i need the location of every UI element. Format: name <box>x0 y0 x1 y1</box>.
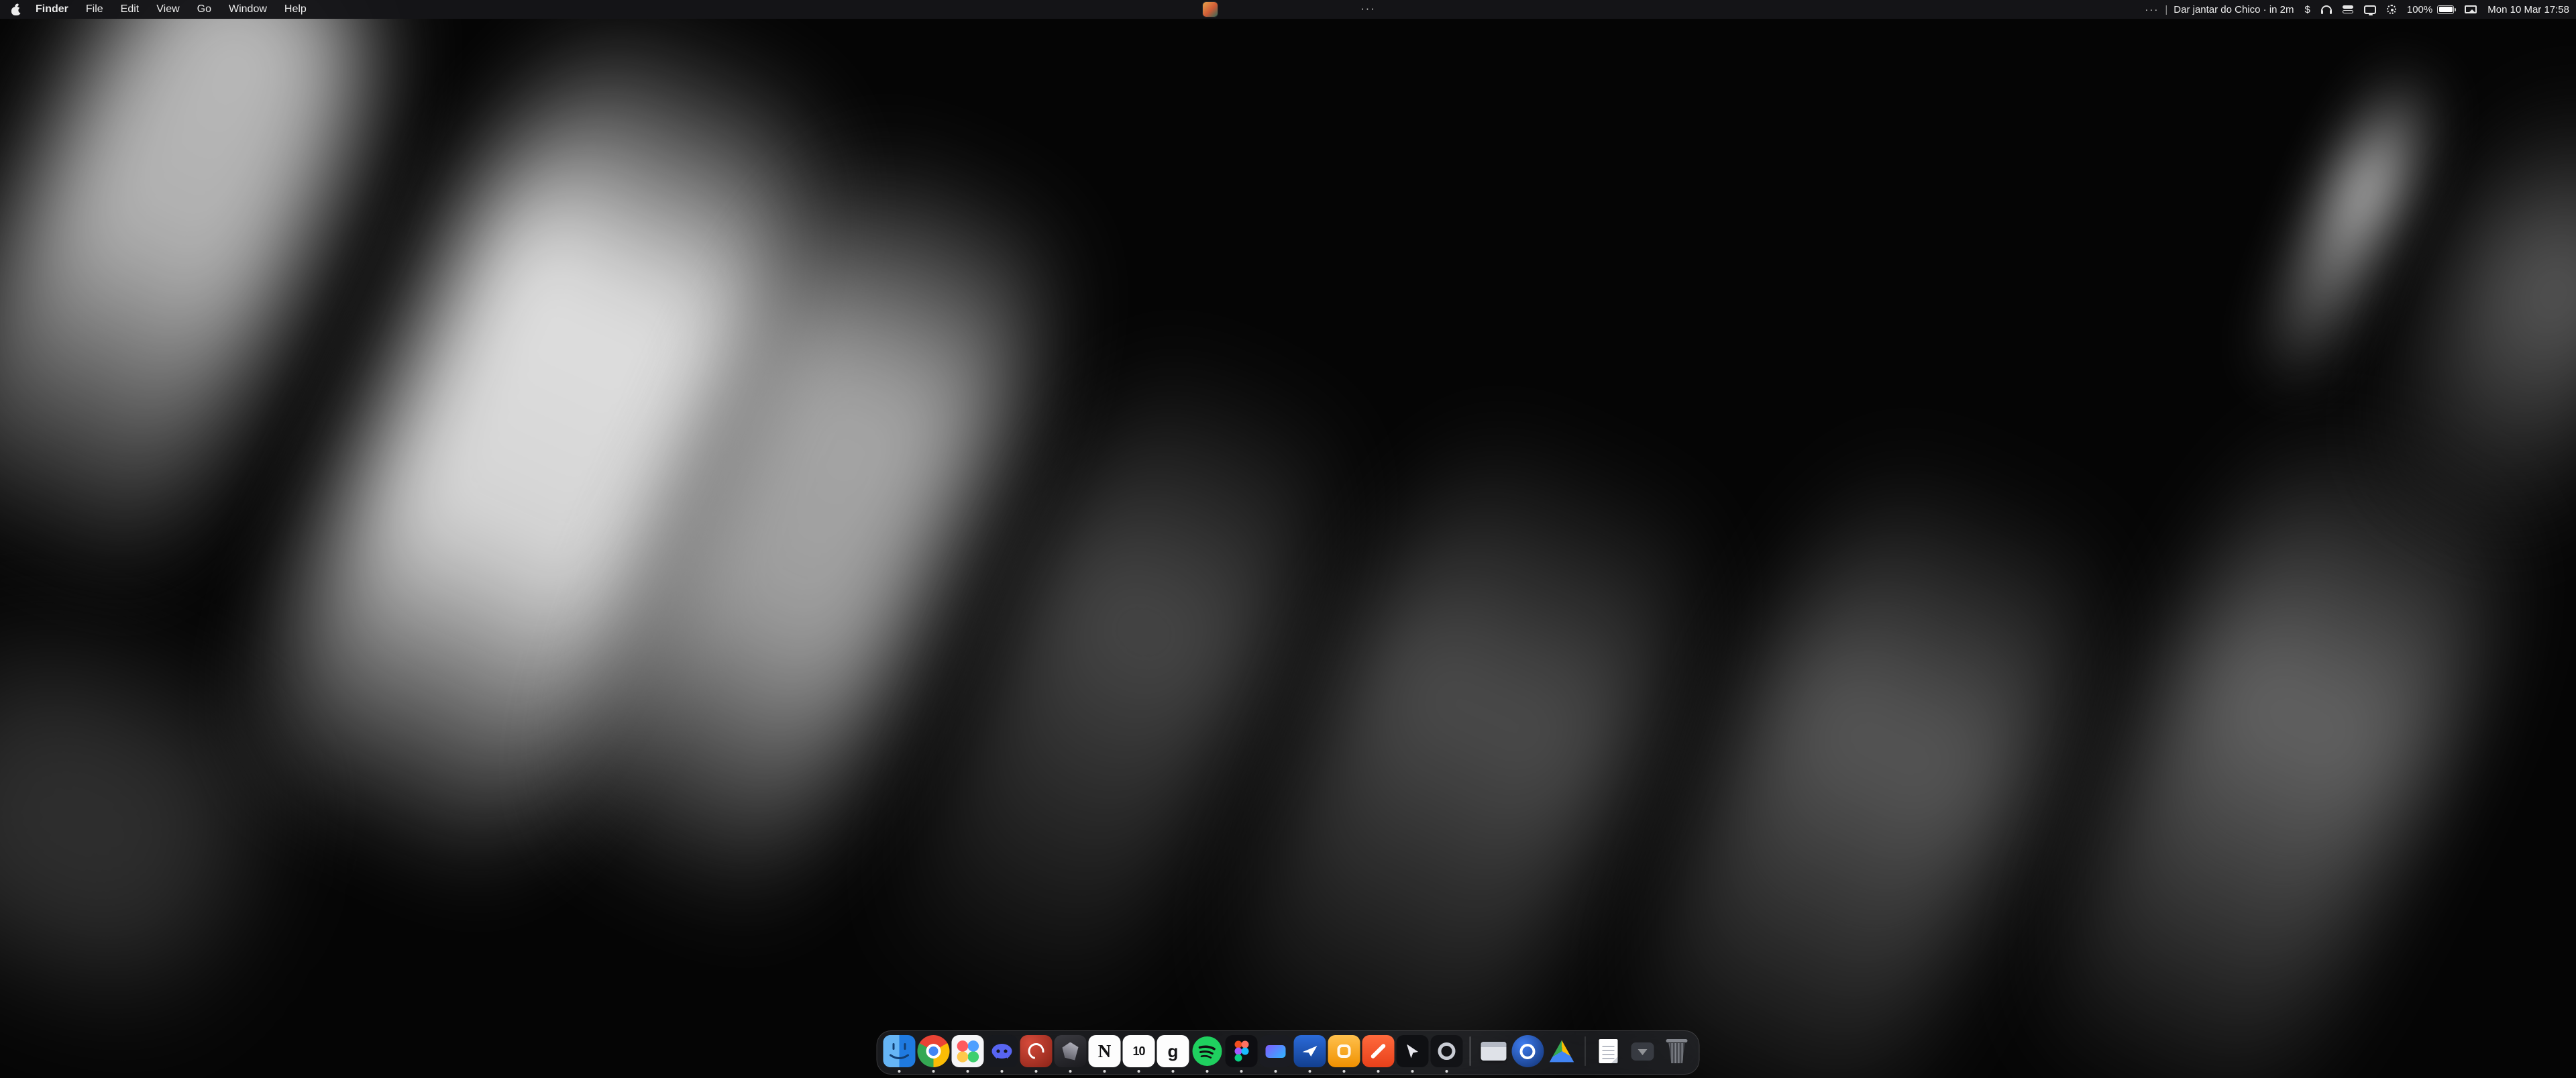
gear-icon[interactable] <box>2387 5 2396 14</box>
menu-app-name[interactable]: Finder <box>27 0 77 19</box>
menu-window[interactable]: Window <box>220 0 276 19</box>
dock-screen-recorder[interactable] <box>1260 1035 1292 1067</box>
menu-view[interactable]: View <box>148 0 188 19</box>
dock-discord[interactable] <box>986 1035 1018 1067</box>
dock-google-drive[interactable] <box>1546 1035 1578 1067</box>
dock: N 10 g <box>877 1030 1700 1075</box>
dock-stone-app[interactable] <box>1055 1035 1087 1067</box>
dock-1password[interactable] <box>1511 1035 1544 1067</box>
wallpaper-band <box>0 628 286 1016</box>
running-indicator <box>1377 1070 1380 1073</box>
dock-document[interactable] <box>1593 1035 1625 1067</box>
discord-icon <box>986 1035 1018 1067</box>
display-icon[interactable] <box>2364 5 2376 14</box>
menu-help[interactable]: Help <box>276 0 315 19</box>
running-indicator <box>1411 1070 1414 1073</box>
running-indicator <box>1104 1070 1106 1073</box>
dock-calendar[interactable] <box>952 1035 984 1067</box>
running-indicator <box>1446 1070 1448 1073</box>
dock-ring-app[interactable] <box>1431 1035 1463 1067</box>
dock-orange-pencil-app[interactable] <box>1362 1035 1395 1067</box>
event-countdown-group[interactable]: ··· | Dar jantar do Chico · in 2m <box>2145 4 2294 15</box>
running-indicator <box>932 1070 935 1073</box>
dock-trash[interactable] <box>1661 1035 1693 1067</box>
running-indicator <box>1206 1070 1209 1073</box>
menu-bar: Finder File Edit View Go Window Help ···… <box>0 0 2576 19</box>
dock-notion[interactable]: N <box>1089 1035 1121 1067</box>
overflow-dots-icon[interactable]: ··· <box>2145 4 2159 15</box>
running-indicator <box>1138 1070 1140 1073</box>
menubar-album-art-widget[interactable] <box>1203 2 1218 17</box>
running-indicator <box>898 1070 901 1073</box>
running-indicator <box>1343 1070 1346 1073</box>
running-indicator <box>1309 1070 1311 1073</box>
running-indicator <box>967 1070 969 1073</box>
dock-dark-cursor-app[interactable] <box>1397 1035 1429 1067</box>
wallpaper-band <box>2239 54 2451 423</box>
battery-status[interactable]: 100% <box>2407 4 2454 15</box>
spotify-icon <box>1191 1035 1224 1067</box>
apple-menu-icon[interactable] <box>11 3 21 16</box>
running-indicator <box>1069 1070 1072 1073</box>
running-indicator <box>1275 1070 1277 1073</box>
menubar-clock[interactable]: Mon 10 Mar 17:58 <box>2487 4 2569 15</box>
status-separator: | <box>2165 4 2167 15</box>
menu-file[interactable]: File <box>77 0 112 19</box>
menu-edit[interactable]: Edit <box>112 0 148 19</box>
battery-icon <box>2437 5 2454 14</box>
battery-percent-label: 100% <box>2407 4 2432 15</box>
dock-minimized-window[interactable] <box>1477 1035 1509 1067</box>
control-center-icon[interactable] <box>2343 5 2353 13</box>
dock-finder[interactable] <box>883 1035 916 1067</box>
menubar-notch-dots[interactable]: ··· <box>1360 0 1376 19</box>
menu-bar-status: ··· | Dar jantar do Chico · in 2m $ 100%… <box>2145 0 2569 19</box>
dock-separator <box>1585 1036 1586 1066</box>
dock-granola[interactable]: g <box>1157 1035 1189 1067</box>
running-indicator <box>1240 1070 1243 1073</box>
dock-spotify[interactable] <box>1191 1035 1224 1067</box>
figma-icon <box>1226 1035 1258 1067</box>
event-countdown-text[interactable]: Dar jantar do Chico · in 2m <box>2174 4 2294 15</box>
menu-go[interactable]: Go <box>189 0 220 19</box>
running-indicator <box>1172 1070 1175 1073</box>
menu-bar-left: Finder File Edit View Go Window Help <box>8 0 315 19</box>
screen-mirroring-icon[interactable] <box>2465 5 2477 13</box>
dock-separator <box>1470 1036 1471 1066</box>
desktop-wallpaper <box>0 0 2576 1078</box>
dock-red-app[interactable] <box>1020 1035 1053 1067</box>
dock-notion-calendar[interactable]: 10 <box>1123 1035 1155 1067</box>
notion-icon-glyph: N <box>1098 1042 1112 1061</box>
finder-icon <box>883 1035 916 1067</box>
headphones-icon[interactable] <box>2321 5 2332 14</box>
dock-figma[interactable] <box>1226 1035 1258 1067</box>
dock-amber-app[interactable] <box>1328 1035 1360 1067</box>
granola-icon-glyph: g <box>1168 1042 1179 1060</box>
dock-chrome[interactable] <box>918 1035 950 1067</box>
dock-downloads[interactable] <box>1627 1035 1659 1067</box>
stats-dollar-icon[interactable]: $ <box>2305 4 2310 15</box>
running-indicator <box>1035 1070 1038 1073</box>
dock-blue-plane-app[interactable] <box>1294 1035 1326 1067</box>
notion-calendar-icon-glyph: 10 <box>1132 1045 1144 1057</box>
running-indicator <box>1001 1070 1004 1073</box>
